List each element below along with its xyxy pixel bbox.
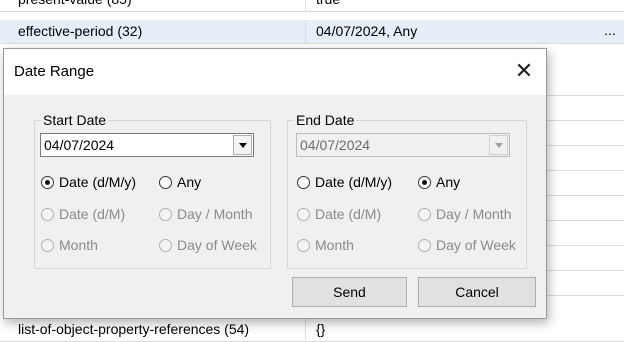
end-radio-day-month[interactable]: Day / Month <box>418 206 511 222</box>
grid-line <box>546 270 624 271</box>
radio-unchecked-icon <box>297 207 310 221</box>
date-range-dialog: Date Range ✕ Start Date 04/07/2024 Date … <box>3 48 547 319</box>
radio-label: Day of Week <box>436 237 516 253</box>
grid-line <box>546 295 624 296</box>
end-radio-day-of-week[interactable]: Day of Week <box>418 237 516 253</box>
radio-unchecked-icon <box>418 238 431 252</box>
end-radio-any[interactable]: Any <box>418 174 460 190</box>
radio-label: Day / Month <box>177 206 253 222</box>
property-name: present-value (85) <box>0 0 305 11</box>
grid-line <box>546 145 624 146</box>
radio-label: Day of Week <box>177 237 257 253</box>
end-date-legend: End Date <box>296 112 355 128</box>
send-button[interactable]: Send <box>292 277 407 307</box>
radio-label: Any <box>436 174 461 190</box>
grid-row-effective-period[interactable]: effective-period (32) 04/07/2024, Any ..… <box>0 20 624 44</box>
start-radio-day-month[interactable]: Day / Month <box>159 206 252 222</box>
radio-label: Date (d/M/y) <box>59 174 137 190</box>
grid-line <box>546 120 624 121</box>
radio-unchecked-icon <box>159 207 172 221</box>
radio-unchecked-icon <box>41 207 54 221</box>
start-radio-month[interactable]: Month <box>41 237 98 253</box>
grid-row-object-property-references[interactable]: list-of-object-property-references (54) … <box>0 318 624 342</box>
radio-unchecked-icon <box>418 207 431 221</box>
start-date-value: 04/07/2024 <box>44 137 115 153</box>
start-radio-any[interactable]: Any <box>159 174 201 190</box>
end-date-dropdown-button[interactable] <box>489 135 508 155</box>
start-date-legend: Start Date <box>43 112 107 128</box>
dialog-titlebar[interactable]: Date Range ✕ <box>4 49 546 95</box>
grid-line <box>546 220 624 221</box>
radio-label: Date (d/M) <box>315 206 382 222</box>
close-icon[interactable]: ✕ <box>512 59 536 83</box>
property-value: true <box>306 0 596 11</box>
end-radio-date-dmy[interactable]: Date (d/M/y) <box>297 174 392 190</box>
radio-unchecked-icon <box>159 238 172 252</box>
radio-label: Day / Month <box>436 206 512 222</box>
start-radio-date-dm[interactable]: Date (d/M) <box>41 206 125 222</box>
end-date-value: 04/07/2024 <box>300 137 371 153</box>
end-radio-date-dm[interactable]: Date (d/M) <box>297 206 381 222</box>
end-radio-month[interactable]: Month <box>297 237 354 253</box>
dialog-title: Date Range <box>14 63 95 80</box>
start-radio-day-of-week[interactable]: Day of Week <box>159 237 257 253</box>
start-date-dropdown-button[interactable] <box>233 135 252 155</box>
grid-line <box>546 95 624 96</box>
grid-line <box>546 170 624 171</box>
radio-unchecked-icon <box>297 238 310 252</box>
start-date-combobox[interactable]: 04/07/2024 <box>40 133 254 157</box>
property-name: list-of-object-property-references (54) <box>18 321 250 337</box>
start-radio-date-dmy[interactable]: Date (d/M/y) <box>41 174 136 190</box>
radio-unchecked-icon <box>159 175 172 189</box>
property-name: effective-period (32) <box>18 23 143 39</box>
radio-label: Date (d/M/y) <box>315 174 393 190</box>
radio-label: Month <box>59 237 98 253</box>
chevron-down-icon <box>239 143 247 148</box>
radio-unchecked-icon <box>297 175 310 189</box>
property-value: 04/07/2024, Any <box>316 23 418 39</box>
radio-label: Month <box>315 237 354 253</box>
grid-line <box>546 195 624 196</box>
radio-label: Any <box>177 174 202 190</box>
grid-row-present-value[interactable]: present-value (85) true <box>0 0 624 12</box>
radio-unchecked-icon <box>41 238 54 252</box>
radio-label: Date (d/M) <box>59 206 126 222</box>
grid-line <box>546 245 624 246</box>
radio-checked-icon <box>418 175 431 189</box>
cancel-button[interactable]: Cancel <box>418 277 536 307</box>
radio-checked-icon <box>41 175 54 189</box>
property-value: {} <box>316 321 326 337</box>
edit-ellipsis-button[interactable]: ... <box>596 20 624 43</box>
chevron-down-icon <box>495 143 503 148</box>
end-date-combobox[interactable]: 04/07/2024 <box>296 133 510 157</box>
